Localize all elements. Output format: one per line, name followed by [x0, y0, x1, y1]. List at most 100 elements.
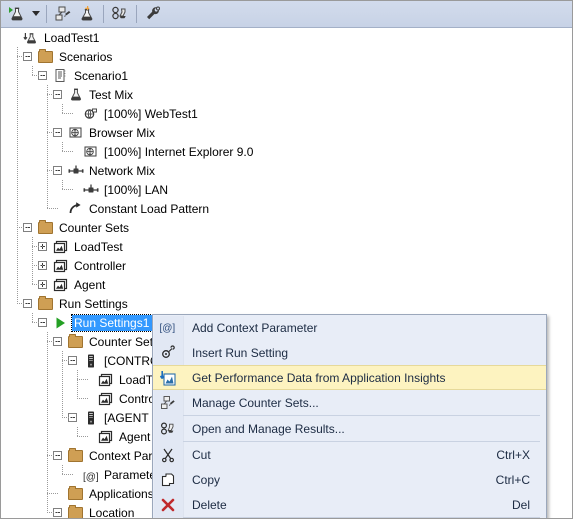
new-load-test-icon	[81, 6, 93, 21]
active-run-icon	[53, 315, 69, 331]
network-icon	[68, 163, 84, 179]
tree-row[interactable]: Counter Sets	[1, 218, 572, 237]
counter-set-icon	[98, 372, 114, 388]
manage-counter-sets-button[interactable]	[51, 3, 75, 25]
tree-node-label: Scenarios	[59, 49, 113, 64]
tree-node-label: Scenario1	[74, 68, 129, 83]
tree-line	[32, 246, 44, 247]
tree-node-label: [100%] WebTest1	[104, 106, 198, 121]
tree-line	[32, 284, 44, 285]
tree-row[interactable]: Agent	[1, 275, 572, 294]
menu-item-icon	[153, 340, 182, 365]
context-menu[interactable]: [@] Add Context Parameter Insert Run Setti…	[152, 314, 547, 518]
load-test-icon	[23, 30, 39, 46]
open-manage-results-button[interactable]	[108, 3, 132, 25]
tree-line	[32, 265, 44, 266]
tree-toggle-minus[interactable]	[51, 503, 64, 518]
tree-line	[47, 94, 59, 95]
tree-line	[17, 303, 29, 304]
add-load-test-button[interactable]	[75, 3, 99, 25]
tree-node-label: LoadTest1	[44, 30, 100, 45]
machine-icon	[83, 353, 99, 369]
toolbar-separator-3	[136, 5, 137, 23]
tree-node-label: LoadTest	[74, 239, 123, 254]
tree-row[interactable]: Network Mix	[1, 161, 572, 180]
load-pattern-icon	[68, 201, 84, 217]
menu-item-add-context-parameter[interactable]: [@] Add Context Parameter	[153, 315, 546, 340]
folder-icon	[38, 295, 54, 312]
tree-line	[77, 436, 89, 437]
tree-row[interactable]: Scenarios	[1, 47, 572, 66]
menu-item-label: Add Context Parameter	[192, 320, 318, 335]
menu-item-icon	[153, 390, 182, 415]
tree-row[interactable]: LoadTest1	[1, 28, 572, 47]
menu-item-label: Cut	[192, 447, 211, 462]
menu-item-shortcut: Ctrl+C	[495, 472, 530, 487]
parameter-icon: [@]	[83, 471, 99, 483]
tree-line	[32, 322, 44, 323]
tree-line	[62, 189, 74, 190]
tree-node-label: Run Settings	[59, 296, 128, 311]
tree-row[interactable]: LoadTest	[1, 237, 572, 256]
wrench-icon	[147, 6, 160, 20]
tree-line	[32, 313, 33, 322]
menu-item-label: Insert Run Setting	[192, 345, 289, 360]
counter-set-icon	[53, 239, 69, 255]
tree-line	[62, 113, 74, 114]
tree-line	[47, 208, 59, 209]
tree-line	[77, 427, 78, 436]
menu-item-cut[interactable]: Cut Ctrl+X	[153, 442, 546, 467]
tree-line	[62, 465, 63, 474]
tree-row[interactable]: [100%] Internet Explorer 9.0	[1, 142, 572, 161]
tree-node-label: [100%] Internet Explorer 9.0	[104, 144, 254, 159]
menu-item-delete[interactable]: Delete Del	[153, 492, 546, 517]
tree-line	[62, 351, 63, 417]
settings-button[interactable]	[141, 3, 165, 25]
machine-icon	[83, 410, 99, 426]
browser-icon	[83, 144, 99, 160]
tree-row[interactable]: Scenario1	[1, 66, 572, 85]
tree-row[interactable]: Controller	[1, 256, 572, 275]
tree-row[interactable]: [100%] WebTest1	[1, 104, 572, 123]
tree-row[interactable]: Constant Load Pattern	[1, 199, 572, 218]
folder-icon	[38, 219, 54, 236]
tree-row[interactable]: Test Mix	[1, 85, 572, 104]
menu-item-manage-counter-sets[interactable]: Manage Counter Sets...	[153, 390, 546, 415]
tree-line	[62, 151, 74, 152]
tree-row[interactable]: Run Settings	[1, 294, 572, 313]
menu-item-open-and-manage-results[interactable]: Open and Manage Results...	[153, 416, 546, 441]
tree-node-label: Agent	[119, 429, 151, 444]
toolbar-separator-2	[103, 5, 104, 23]
toolbar-separator-1	[46, 5, 47, 23]
menu-item-label: Get Performance Data from Application In…	[192, 370, 446, 385]
counter-set-icon	[98, 391, 114, 407]
menu-item-get-performance-data[interactable]: Get Performance Data from Application In…	[153, 365, 546, 390]
tree-line	[32, 75, 44, 76]
run-dropdown-arrow[interactable]	[29, 3, 42, 25]
tree-row[interactable]: [100%] LAN	[1, 180, 572, 199]
run-load-test-button[interactable]	[5, 3, 29, 25]
menu-item-insert-run-setting[interactable]: Insert Run Setting	[153, 340, 546, 365]
flask-icon	[68, 87, 84, 103]
menu-item-shortcut: Ctrl+X	[496, 447, 530, 462]
counter-set-icon	[98, 429, 114, 445]
menu-item-label: Copy	[192, 472, 221, 487]
tree-line	[47, 341, 59, 342]
tree-row[interactable]: Browser Mix	[1, 123, 572, 142]
menu-item-label: Delete	[192, 497, 227, 512]
tree-line	[62, 417, 74, 418]
tree-line	[32, 237, 33, 284]
tree-line	[32, 66, 33, 75]
tree-node-label: Constant Load Pattern	[89, 201, 210, 216]
menu-item-copy[interactable]: Copy Ctrl+C	[153, 467, 546, 492]
toolbar	[1, 1, 572, 28]
red-x-icon	[160, 497, 176, 513]
